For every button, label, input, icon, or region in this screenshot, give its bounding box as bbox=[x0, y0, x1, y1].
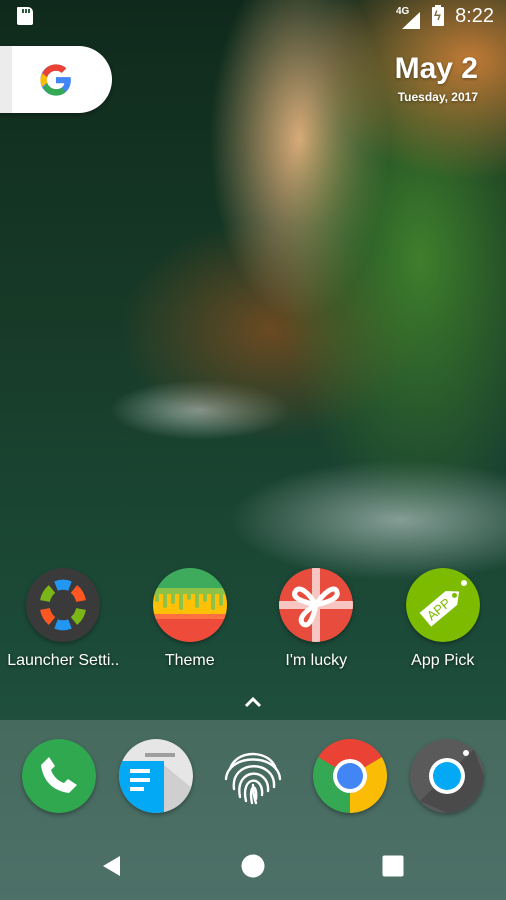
navigation-bar bbox=[0, 846, 506, 886]
google-g-icon bbox=[40, 63, 71, 96]
dock bbox=[0, 720, 506, 900]
app-launcher-settings[interactable]: Launcher Setti.. bbox=[0, 568, 127, 670]
date-main: May 2 bbox=[394, 52, 478, 85]
theme-icon bbox=[152, 568, 227, 642]
sd-card-icon bbox=[17, 7, 33, 25]
status-bar: 4G × ϟ 8:22 bbox=[0, 0, 506, 34]
app-label: Theme bbox=[164, 652, 215, 669]
chevron-up-icon[interactable] bbox=[241, 692, 265, 712]
recents-button[interactable] bbox=[373, 846, 413, 886]
home-icon bbox=[241, 854, 265, 878]
messages-icon[interactable] bbox=[118, 739, 193, 813]
app-label: I'm lucky bbox=[285, 652, 348, 669]
app-tag-icon: APP bbox=[405, 568, 480, 642]
gift-icon bbox=[279, 568, 354, 642]
no-data-icon: × bbox=[413, 19, 419, 29]
battery-charging-icon: ϟ bbox=[432, 5, 444, 26]
google-search-widget[interactable] bbox=[0, 46, 112, 113]
launcher-settings-icon bbox=[26, 568, 101, 642]
app-im-lucky[interactable]: I'm lucky bbox=[253, 568, 380, 670]
home-app-row: Launcher Setti.. Theme I'm lucky APP App… bbox=[0, 568, 506, 670]
home-button[interactable] bbox=[233, 846, 273, 886]
app-app-pick[interactable]: APP App Pick bbox=[380, 568, 506, 670]
date-widget[interactable]: May 2 Tuesday, 2017 bbox=[395, 52, 478, 104]
app-label: Launcher Setti.. bbox=[7, 652, 120, 669]
back-button[interactable] bbox=[92, 846, 132, 886]
status-clock: 8:22 bbox=[455, 5, 494, 27]
network-indicator: 4G × bbox=[396, 6, 422, 29]
back-icon bbox=[103, 856, 120, 876]
app-theme[interactable]: Theme bbox=[127, 568, 254, 670]
fingerprint-icon[interactable] bbox=[216, 739, 290, 813]
app-label: App Pick bbox=[411, 652, 475, 669]
home-screen: 4G × ϟ 8:22 May 2 Tuesday, 2017 Launcher… bbox=[0, 0, 506, 900]
phone-icon[interactable] bbox=[21, 739, 96, 813]
camera-icon[interactable] bbox=[410, 739, 485, 813]
chrome-icon[interactable] bbox=[313, 739, 388, 813]
recents-icon bbox=[382, 855, 404, 877]
date-subtitle: Tuesday, 2017 bbox=[397, 90, 478, 104]
